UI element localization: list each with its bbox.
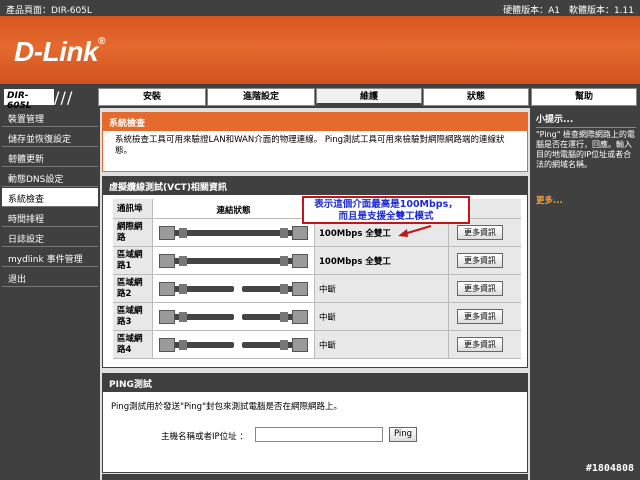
dlink-logo: D-Link® — [14, 36, 105, 67]
vct-title: 虛擬纜線測試(VCT)相關資訊 — [103, 177, 527, 195]
main-nav: DIR-605L / / / 安裝 進階設定 維護 狀態 幫助 — [0, 84, 640, 111]
ping-title: PING測試 — [103, 374, 527, 392]
sidebar-item-logout[interactable]: 退出 — [2, 268, 98, 287]
header-banner: D-Link® — [0, 16, 640, 84]
divider-slashes: / / / — [54, 88, 72, 107]
annotation-line-1: 表示這個介面最高是100Mbps， — [314, 199, 458, 210]
link-status: 中斷 — [315, 331, 449, 358]
hints-title: 小提示... — [536, 115, 574, 125]
sidebar-item-save-restore[interactable]: 儲存並恢復設定 — [2, 128, 98, 147]
port-name: 區域網路4 — [113, 331, 153, 358]
system-check-title: 系統檢查 — [103, 113, 527, 131]
ping-description: Ping測試用於發送"Ping"封包來測試電腦是否在網際網路上。 — [111, 402, 342, 412]
table-row: 區域網路3 中斷 更多資訊 — [113, 303, 521, 331]
more-info-button[interactable]: 更多資訊 — [457, 253, 503, 268]
port-name: 區域網路2 — [113, 275, 153, 302]
link-status: 中斷 — [315, 275, 449, 302]
cable-icon — [153, 247, 315, 274]
sidebar-item-schedules[interactable]: 時間排程 — [2, 208, 98, 227]
top-bar: 產品頁面：DIR-605L 硬體版本：A1 軟體版本：1.11 — [0, 0, 640, 16]
port-column-header: 通訊埠 — [113, 199, 153, 218]
hints-column: 小提示... "Ping" 檢查網際網路上的電腦是否在運行，回應。輸入目的地電腦… — [532, 108, 640, 480]
more-info-button[interactable]: 更多資訊 — [457, 337, 503, 352]
system-check-panel: 系統檢查 系統檢查工具可用來驗證LAN和WAN介面的物理連線。 Ping測試工具… — [102, 112, 528, 172]
table-row: 區域網路1 100Mbps 全雙工 更多資訊 — [113, 247, 521, 275]
tab-help[interactable]: 幫助 — [531, 88, 637, 106]
tab-status[interactable]: 狀態 — [423, 88, 529, 106]
more-info-button[interactable]: 更多資訊 — [457, 225, 503, 240]
link-status-column-header: 連結狀態 — [153, 199, 315, 218]
more-info-button[interactable]: 更多資訊 — [457, 309, 503, 324]
annotation-line-2: 而且是支援全雙工模式 — [338, 211, 434, 222]
more-link[interactable]: 更多... — [536, 194, 563, 206]
sidebar-item-mydlink-events[interactable]: mydlink 事件管理 — [2, 248, 98, 267]
link-status: 100Mbps 全雙工 — [315, 247, 449, 274]
disconnected-cable-icon — [153, 303, 315, 330]
table-row: 區域網路4 中斷 更多資訊 — [113, 331, 521, 359]
sidebar-item-firmware[interactable]: 韌體更新 — [2, 148, 98, 167]
sidebar-item-device-admin[interactable]: 裝置管理 — [2, 108, 98, 127]
version-info: 硬體版本：A1 軟體版本：1.11 — [503, 6, 634, 16]
model-name: DIR-605L — [4, 89, 54, 111]
port-name: 網際網路 — [113, 219, 153, 246]
annotation-arrow-icon — [398, 225, 432, 237]
tab-setup[interactable]: 安裝 — [98, 88, 206, 106]
sidebar: 裝置管理 儲存並恢復設定 韌體更新 動態DNS設定 系統檢查 時間排程 日誌設定… — [0, 108, 98, 480]
disconnected-cable-icon — [153, 331, 315, 358]
next-panel-header — [102, 474, 528, 480]
annotation-callout: 表示這個介面最高是100Mbps， 而且是支援全雙工模式 — [302, 196, 470, 224]
system-check-description: 系統檢查工具可用來驗證LAN和WAN介面的物理連線。 Ping測試工具可用來檢驗… — [115, 135, 505, 156]
disconnected-cable-icon — [153, 275, 315, 302]
main-content: 系統檢查 系統檢查工具可用來驗證LAN和WAN介面的物理連線。 Ping測試工具… — [100, 108, 530, 480]
more-info-button[interactable]: 更多資訊 — [457, 281, 503, 296]
tab-maintenance[interactable]: 維護 — [316, 88, 422, 106]
hints-text: "Ping" 檢查網際網路上的電腦是否在運行，回應。輸入目的地電腦的IP位址或者… — [536, 130, 635, 169]
ping-panel: PING測試 Ping測試用於發送"Ping"封包來測試電腦是否在網際網路上。 … — [102, 373, 528, 473]
sidebar-item-ddns[interactable]: 動態DNS設定 — [2, 168, 98, 187]
port-name: 區域網路3 — [113, 303, 153, 330]
ping-button[interactable]: Ping — [389, 427, 417, 442]
port-name: 區域網路1 — [113, 247, 153, 274]
sidebar-item-system-check[interactable]: 系統檢查 — [2, 188, 98, 207]
host-input[interactable] — [255, 427, 383, 442]
link-status: 中斷 — [315, 303, 449, 330]
host-label: 主機名稱或者IP位址 ： — [161, 432, 248, 442]
table-row: 區域網路2 中斷 更多資訊 — [113, 275, 521, 303]
sidebar-item-log-settings[interactable]: 日誌設定 — [2, 228, 98, 247]
product-page-label: 產品頁面：DIR-605L — [6, 6, 92, 16]
cable-icon — [153, 219, 315, 246]
tab-advanced[interactable]: 進階設定 — [207, 88, 315, 106]
watermark-id: #1804808 — [585, 463, 634, 474]
